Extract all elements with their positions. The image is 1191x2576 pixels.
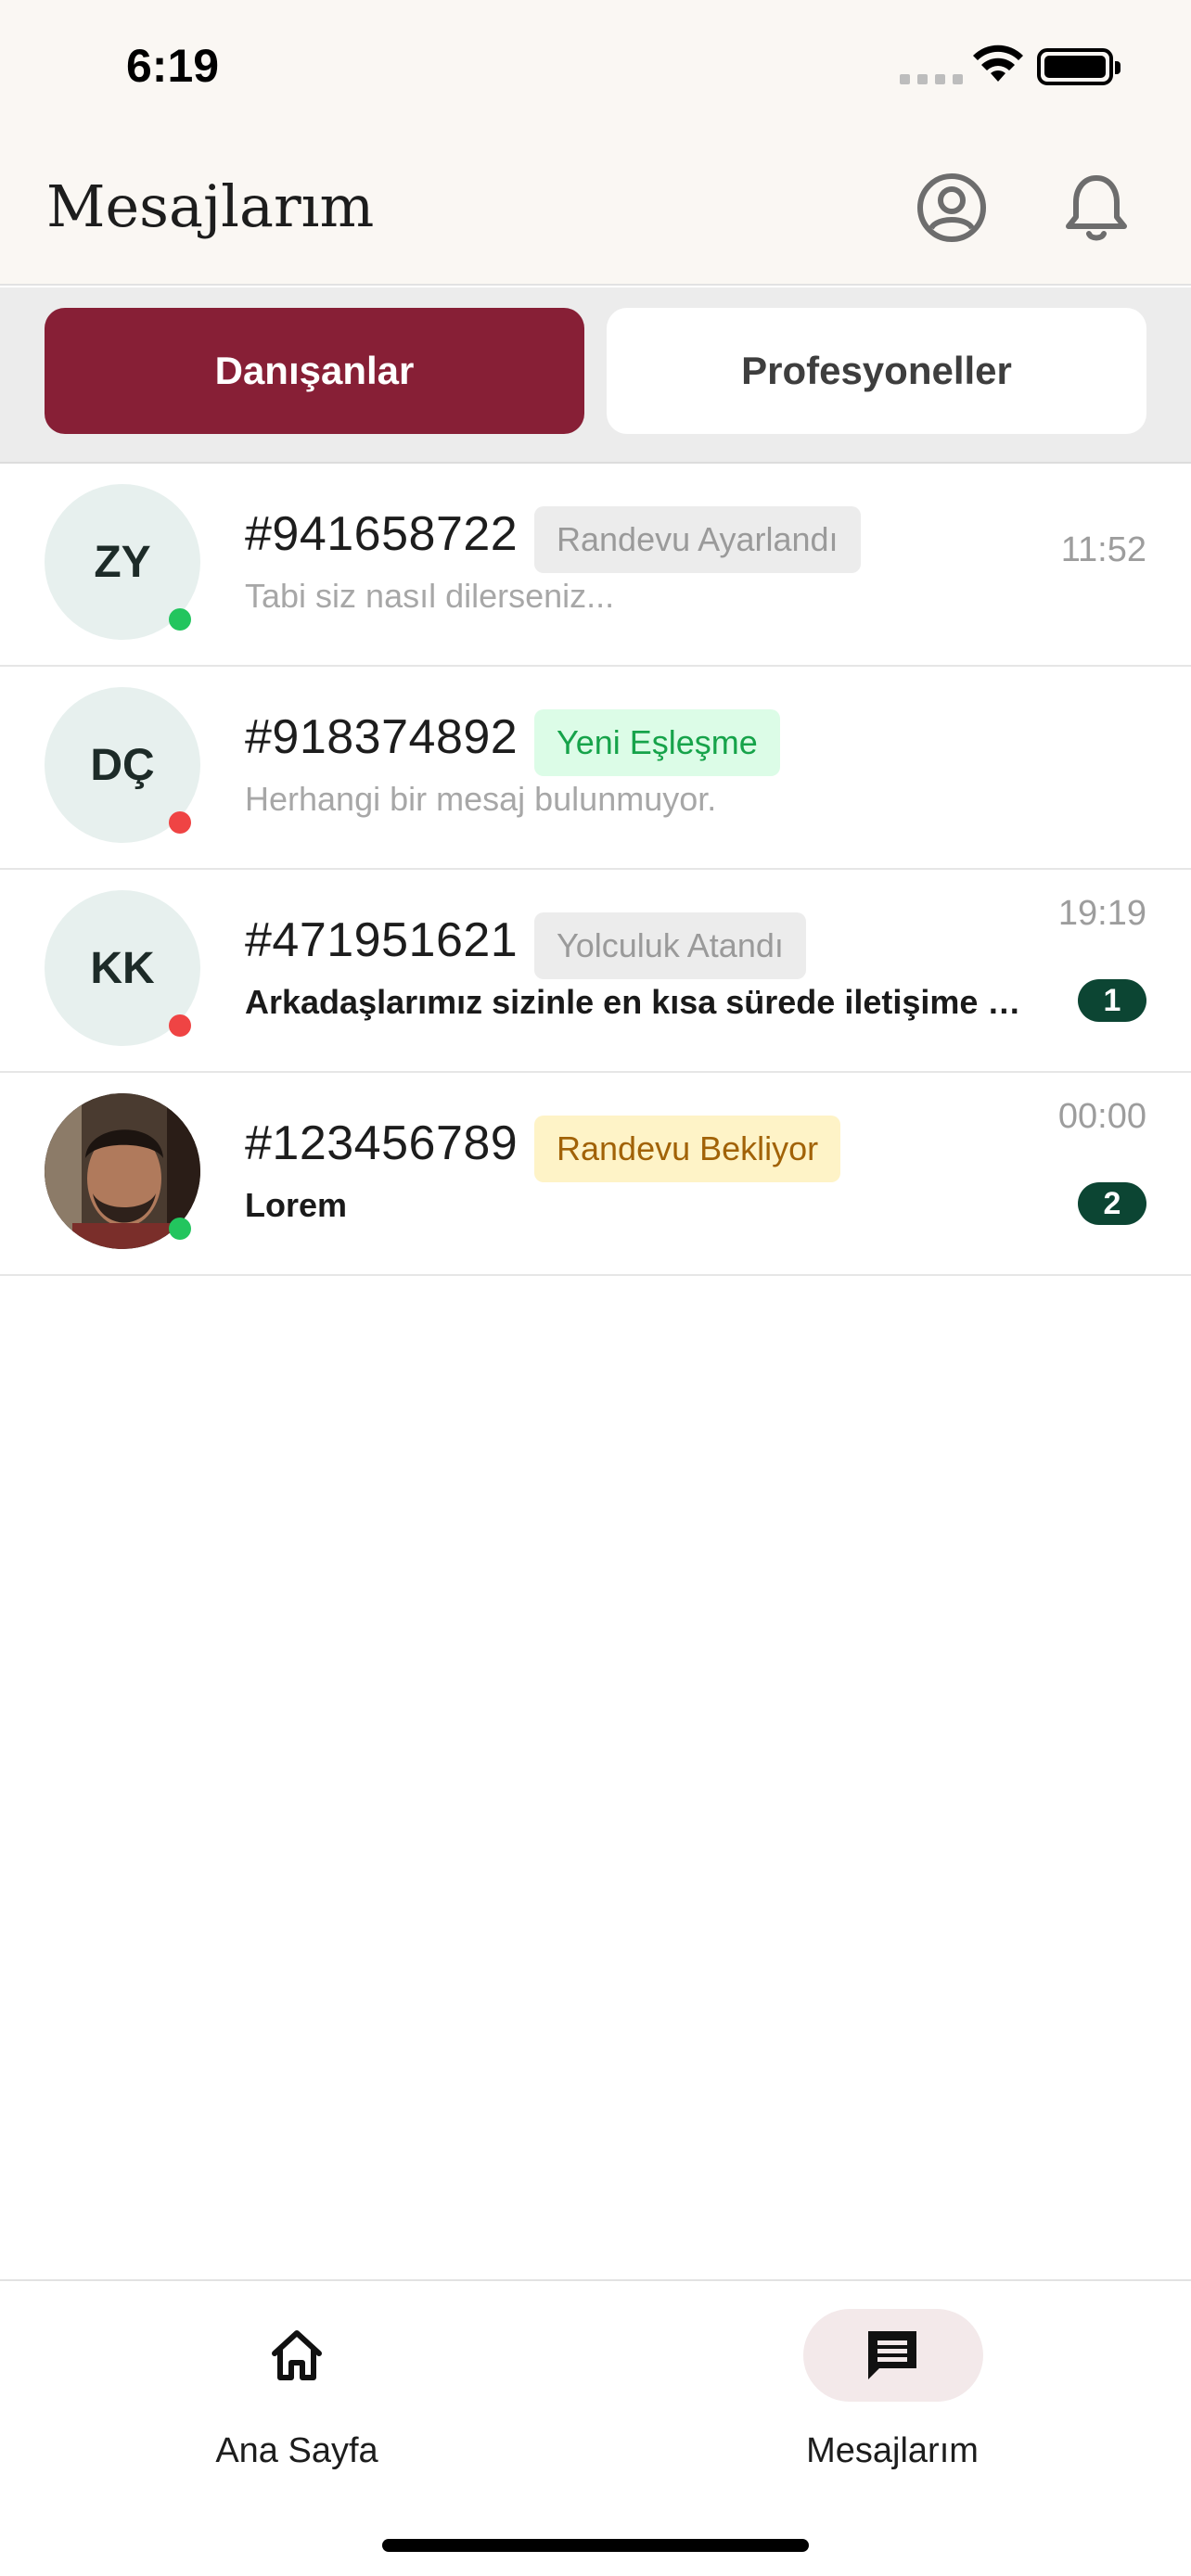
- conversation-row[interactable]: KK #471951621 Yolculuk Atandı Arkadaşlar…: [0, 870, 1191, 1073]
- home-indicator: [382, 2539, 809, 2552]
- unread-count-badge: 2: [1078, 1182, 1146, 1225]
- status-badge: Yeni Eşleşme: [534, 709, 780, 776]
- message-preview: Lorem: [245, 1186, 348, 1224]
- unread-count-badge: 1: [1078, 979, 1146, 1022]
- avatar: [45, 1093, 200, 1249]
- bottom-nav: Ana Sayfa Mesajlarım: [0, 2279, 1191, 2576]
- profile-icon[interactable]: [915, 171, 989, 245]
- online-status-dot: [169, 1218, 191, 1240]
- offline-status-dot: [169, 811, 191, 834]
- conversation-row[interactable]: ZY #941658722 Randevu Ayarlandı Tabi siz…: [0, 464, 1191, 667]
- conversation-row[interactable]: #123456789 Randevu Bekliyor Lorem 00:00 …: [0, 1073, 1191, 1276]
- offline-status-dot: [169, 1014, 191, 1037]
- conversation-id: #941658722: [245, 507, 519, 561]
- app-header: 6:19 Mesajlarım: [0, 0, 1191, 286]
- chat-icon: [868, 2331, 916, 2379]
- avatar: DÇ: [45, 687, 200, 843]
- message-preview: Arkadaşlarımız sizinle en kısa sürede il…: [245, 983, 1024, 1021]
- avatar: KK: [45, 890, 200, 1046]
- avatar-initials: ZY: [94, 537, 151, 587]
- message-time: 19:19: [1057, 894, 1146, 933]
- signal-icon: [900, 74, 963, 84]
- avatar-initials: KK: [90, 943, 155, 993]
- nav-item-messages[interactable]: Mesajlarım: [744, 2309, 1041, 2485]
- bell-icon[interactable]: [1059, 171, 1133, 245]
- message-time: 00:00: [1057, 1097, 1146, 1136]
- status-badge: Randevu Bekliyor: [534, 1116, 841, 1182]
- online-status-dot: [169, 608, 191, 631]
- conversation-id: #471951621: [245, 913, 519, 967]
- conversation-row[interactable]: DÇ #918374892 Yeni Eşleşme Herhangi bir …: [0, 667, 1191, 870]
- message-preview: Tabi siz nasıl dilerseniz...: [245, 577, 615, 615]
- status-badge: Randevu Ayarlandı: [534, 506, 861, 573]
- tab-danisanlar[interactable]: Danışanlar: [45, 308, 584, 434]
- avatar-initials: DÇ: [90, 740, 155, 790]
- avatar: ZY: [45, 484, 200, 640]
- status-time: 6:19: [126, 40, 220, 92]
- nav-item-home[interactable]: Ana Sayfa: [148, 2309, 445, 2485]
- conversation-id: #123456789: [245, 1116, 519, 1170]
- message-preview: Herhangi bir mesaj bulunmuyor.: [245, 780, 717, 818]
- message-time: 11:52: [1060, 530, 1146, 569]
- conversation-list: ZY #941658722 Randevu Ayarlandı Tabi siz…: [0, 464, 1191, 1276]
- battery-icon: [1037, 48, 1121, 85]
- nav-label-messages: Mesajlarım: [806, 2431, 979, 2470]
- status-badge: Yolculuk Atandı: [534, 912, 806, 979]
- page-title: Mesajlarım: [46, 172, 375, 240]
- home-icon: [272, 2330, 322, 2380]
- conversation-id: #918374892: [245, 710, 519, 764]
- wifi-icon: [973, 45, 1023, 82]
- tab-profesyoneller[interactable]: Profesyoneller: [607, 308, 1146, 434]
- segment-tabs: Danışanlar Profesyoneller: [0, 287, 1191, 464]
- nav-label-home: Ana Sayfa: [215, 2431, 378, 2470]
